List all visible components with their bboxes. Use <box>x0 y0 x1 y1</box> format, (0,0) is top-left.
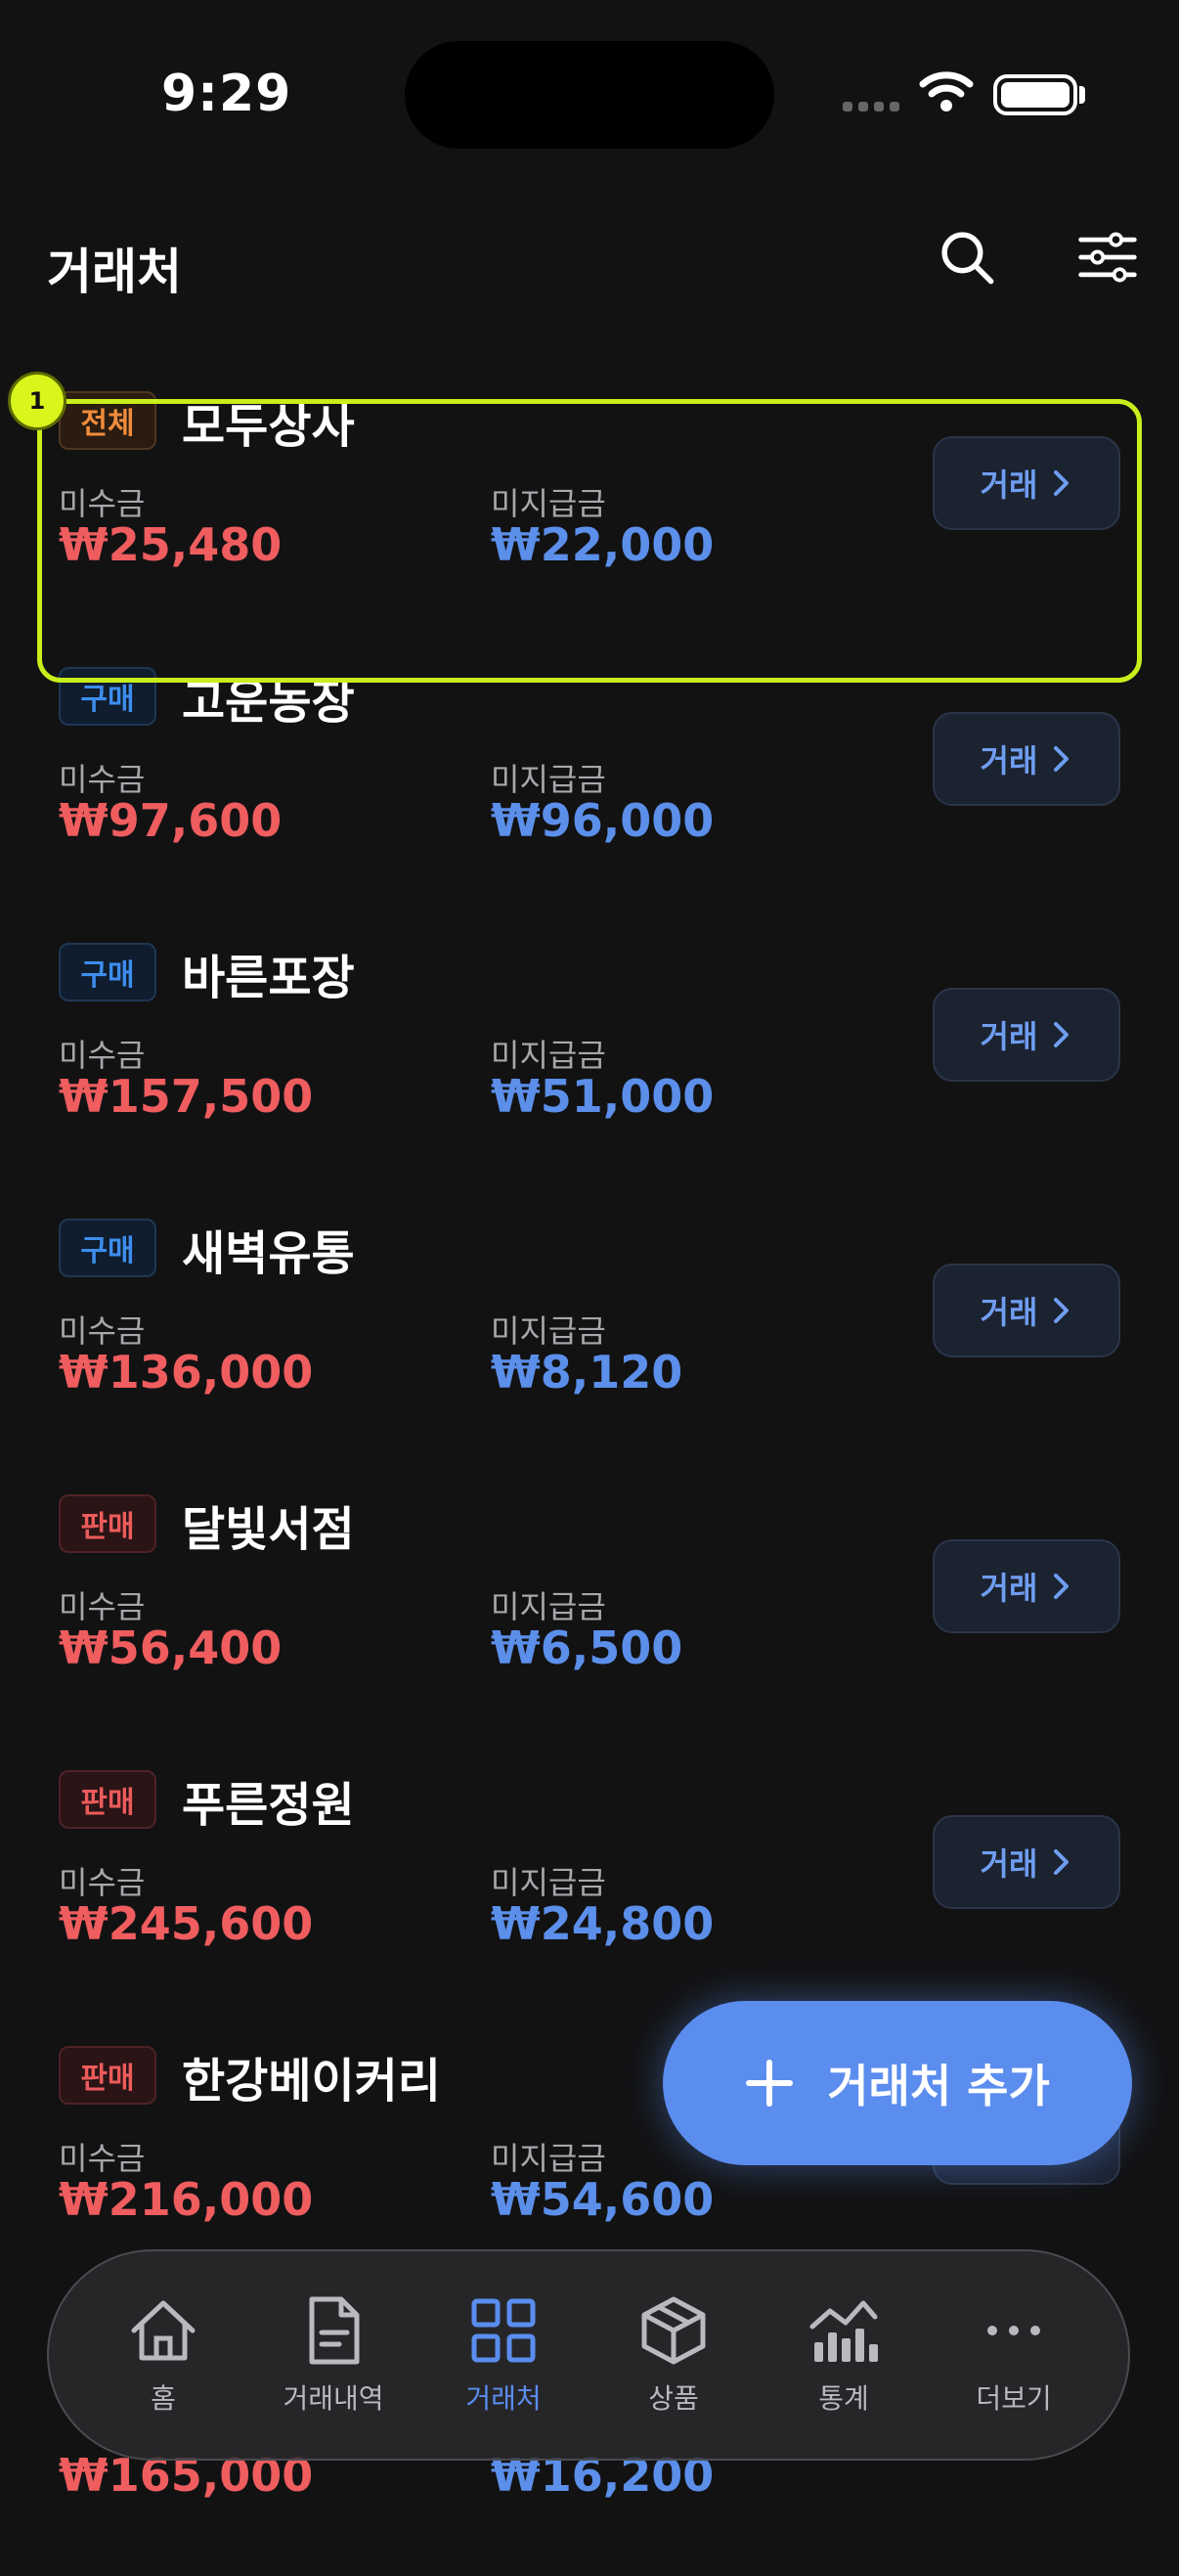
chart-icon <box>809 2300 878 2362</box>
receivable-amount: ₩216,000 <box>59 2173 314 2226</box>
partner-type-badge: 판매 <box>59 1494 156 1553</box>
status-time: 9:29 <box>161 65 292 123</box>
home-icon <box>131 2300 196 2361</box>
tab-label: 상품 <box>648 2382 699 2415</box>
add-partner-label: 거래처 추가 <box>827 2060 1050 2112</box>
tab-label: 거래내역 <box>283 2382 384 2415</box>
search-icon[interactable] <box>933 223 1001 291</box>
receivable-amount: ₩157,500 <box>59 1070 314 1123</box>
partner-list: 전체 모두상사 미수금 미지급금 ₩25,480 ₩22,000 거래 구매 고… <box>0 370 1179 2576</box>
trade-button-label: 거래 <box>980 1018 1038 1055</box>
partner-type-badge: 구매 <box>59 1219 156 1277</box>
more-icon <box>987 2326 1040 2335</box>
trade-button[interactable]: 거래 <box>933 1264 1120 1357</box>
dynamic-island <box>405 41 774 149</box>
chevron-right-icon <box>1054 1022 1070 1047</box>
tab-more[interactable]: 더보기 <box>931 2293 1097 2417</box>
add-partner-button[interactable]: 거래처 추가 <box>663 2001 1132 2165</box>
receivable-amount: ₩245,600 <box>59 1897 314 1950</box>
payable-amount: ₩51,000 <box>491 1070 715 1123</box>
document-icon <box>309 2296 360 2365</box>
chevron-right-icon <box>1054 1574 1070 1599</box>
partner-name: 바른포장 <box>182 951 355 1005</box>
tab-label: 거래처 <box>465 2382 542 2415</box>
partner-item[interactable]: 판매 달빛서점 미수금 미지급금 ₩56,400 ₩6,500 거래 <box>0 1473 1179 1749</box>
tab-products[interactable]: 상품 <box>590 2293 757 2417</box>
payable-amount: ₩8,120 <box>491 1346 683 1399</box>
trade-button-label: 거래 <box>980 1294 1038 1331</box>
highlight-box <box>37 399 1142 683</box>
chevron-right-icon <box>1054 1849 1070 1875</box>
payable-amount: ₩54,600 <box>491 2173 715 2226</box>
trade-button-label: 거래 <box>980 1845 1038 1883</box>
tab-transactions[interactable]: 거래내역 <box>250 2293 416 2417</box>
receivable-amount: ₩136,000 <box>59 1346 314 1399</box>
payable-amount: ₩6,500 <box>491 1621 683 1674</box>
partner-name: 새벽유통 <box>182 1226 355 1281</box>
payable-amount: ₩96,000 <box>491 794 715 847</box>
partner-item[interactable]: 구매 새벽유통 미수금 미지급금 ₩136,000 ₩8,120 거래 <box>0 1197 1179 1473</box>
payable-amount: ₩24,800 <box>491 1897 715 1950</box>
partner-type-badge: 판매 <box>59 2046 156 2105</box>
cube-icon <box>641 2296 706 2365</box>
tab-home[interactable]: 홈 <box>80 2293 246 2417</box>
partner-name: 달빛서점 <box>182 1502 355 1557</box>
tab-partners[interactable]: 거래처 <box>420 2293 587 2417</box>
tab-label: 홈 <box>151 2382 176 2415</box>
trade-button-label: 거래 <box>980 742 1038 779</box>
receivable-amount: ₩56,400 <box>59 1621 283 1674</box>
battery-icon <box>993 74 1077 115</box>
partner-item[interactable]: 구매 바른포장 미수금 미지급금 ₩157,500 ₩51,000 거래 <box>0 921 1179 1197</box>
partner-name: 푸른정원 <box>182 1778 355 1833</box>
partner-type-badge: 구매 <box>59 943 156 1001</box>
trade-button[interactable]: 거래 <box>933 1815 1120 1909</box>
partner-type-badge: 판매 <box>59 1770 156 1829</box>
filter-icon[interactable] <box>1073 223 1142 291</box>
tab-label: 더보기 <box>976 2382 1052 2415</box>
partner-name: 한강베이커리 <box>182 2054 441 2109</box>
chevron-right-icon <box>1054 746 1070 772</box>
chevron-right-icon <box>1054 1298 1070 1323</box>
partner-item[interactable]: 판매 푸른정원 미수금 미지급금 ₩245,600 ₩24,800 거래 <box>0 1749 1179 2024</box>
trade-button[interactable]: 거래 <box>933 1539 1120 1633</box>
wifi-icon <box>919 68 974 113</box>
partner-item[interactable]: 구매 고운농장 미수금 미지급금 ₩97,600 ₩96,000 거래 <box>0 645 1179 921</box>
cellular-signal-icon <box>843 102 901 115</box>
highlight-badge: 1 <box>8 372 66 430</box>
page-title: 거래처 <box>47 244 182 300</box>
tab-statistics[interactable]: 통계 <box>761 2293 927 2417</box>
trade-button-label: 거래 <box>980 1570 1038 1607</box>
tab-label: 통계 <box>818 2382 869 2415</box>
plus-icon <box>746 2060 794 2107</box>
trade-button[interactable]: 거래 <box>933 988 1120 1082</box>
receivable-amount: ₩97,600 <box>59 794 283 847</box>
bottom-tab-bar: 홈 거래내역 거래처 상품 통계 더보기 <box>47 2249 1130 2461</box>
trade-button[interactable]: 거래 <box>933 712 1120 806</box>
grid-icon <box>471 2298 536 2363</box>
